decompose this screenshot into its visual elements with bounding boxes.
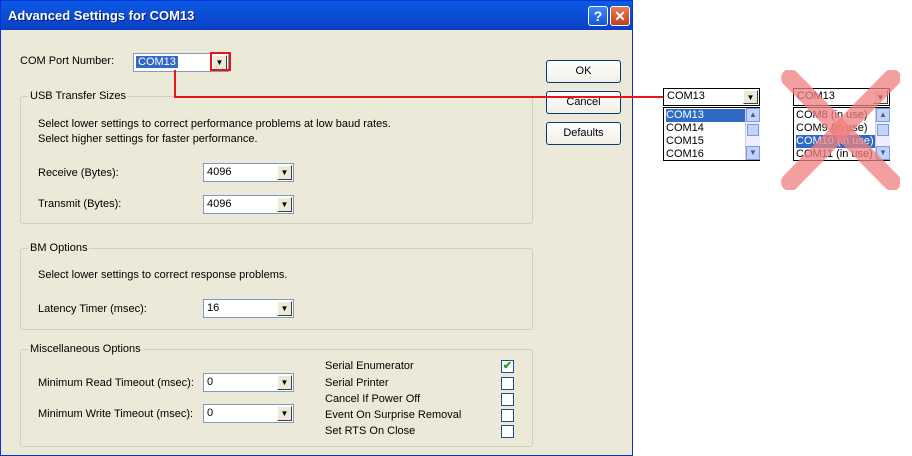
list-item[interactable]: COM15 — [666, 135, 704, 148]
list-item[interactable]: COM14 — [666, 122, 704, 135]
callout-connector — [174, 70, 664, 98]
cross-out-icon — [781, 70, 900, 190]
chevron-down-icon[interactable]: ▼ — [743, 90, 758, 104]
good-dropdown[interactable]: COM13 ▼ — [663, 88, 760, 106]
list-item[interactable]: COM16 — [666, 148, 704, 161]
scroll-down-icon[interactable]: ▼ — [746, 146, 760, 160]
scroll-up-icon[interactable]: ▲ — [746, 108, 760, 122]
good-dropdown-value: COM13 — [667, 90, 705, 102]
list-item[interactable]: COM13 — [666, 109, 745, 122]
scroll-thumb[interactable] — [747, 124, 759, 136]
good-dropdown-scrollbar[interactable]: ▲ ▼ — [745, 108, 760, 160]
good-dropdown-list[interactable]: COM13 COM14 COM15 COM16 ▲ ▼ — [663, 107, 760, 161]
